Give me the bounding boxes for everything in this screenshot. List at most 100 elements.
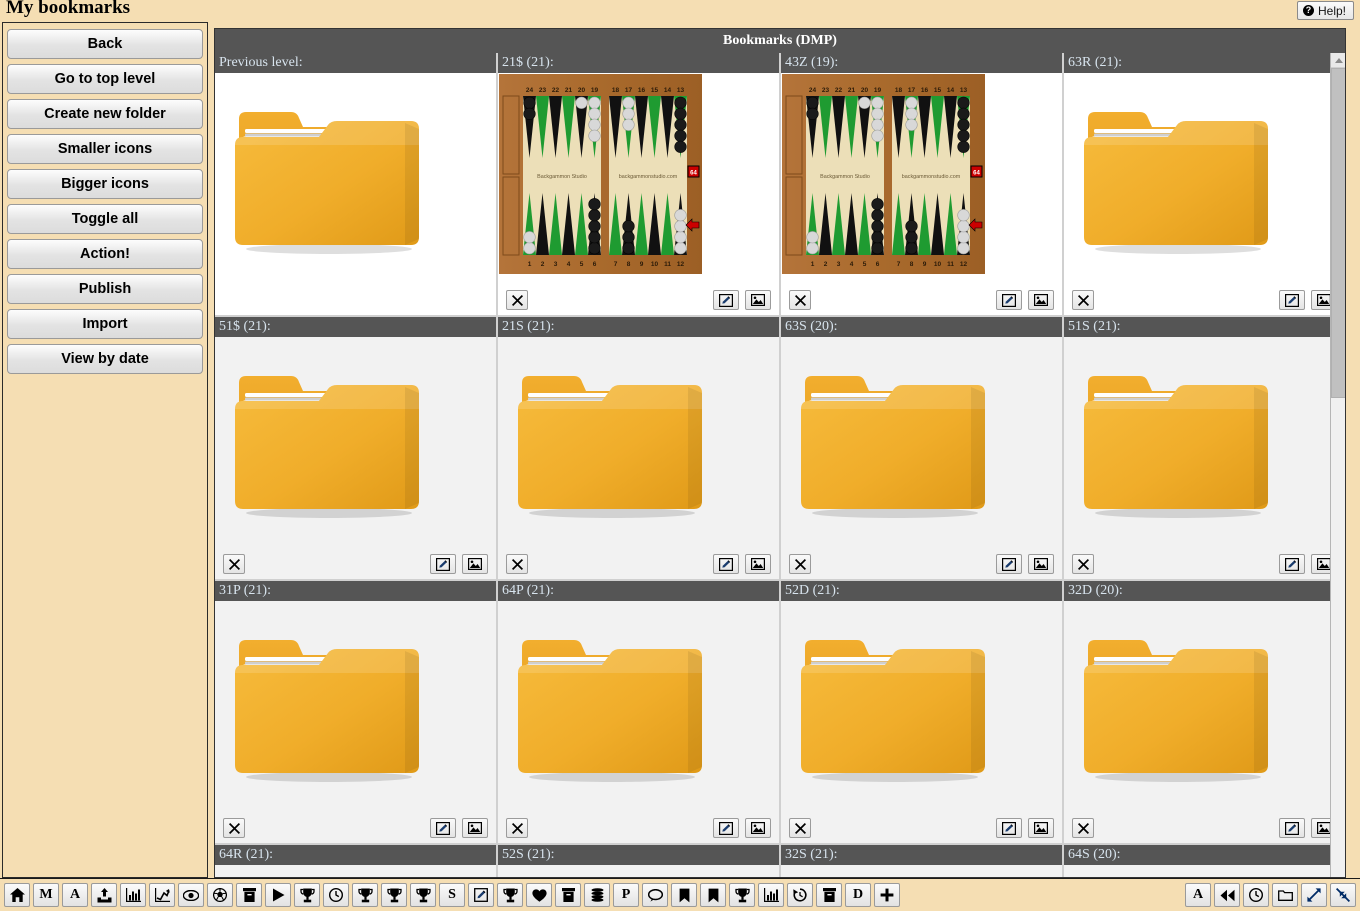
bookmark-tile[interactable]: 64R (21): — [215, 845, 496, 877]
picture-icon[interactable] — [745, 554, 771, 574]
upload-icon[interactable] — [91, 883, 117, 907]
smaller-icons-button[interactable]: Smaller icons — [7, 134, 203, 164]
trophy-icon[interactable] — [410, 883, 436, 907]
go-to-top-level-button[interactable]: Go to top level — [7, 64, 203, 94]
picture-icon[interactable] — [745, 290, 771, 310]
trophy-icon[interactable] — [294, 883, 320, 907]
edit-pencil-icon[interactable] — [430, 554, 456, 574]
picture-icon[interactable] — [1028, 290, 1054, 310]
bookmark-tile[interactable]: 64P (21): — [498, 581, 779, 843]
toggle-all-button[interactable]: Toggle all — [7, 204, 203, 234]
edit-pencil-icon[interactable] — [713, 290, 739, 310]
folder-icon[interactable] — [229, 363, 429, 523]
line-chart-icon[interactable] — [149, 883, 175, 907]
bookmark-tile[interactable]: 31P (21): — [215, 581, 496, 843]
backgammon-board-thumbnail[interactable]: 24 23 22 21 20 19 18 17 16 15 14 13 1 2 3 4 5 6 7 8 9 10 11 12 B… — [782, 74, 985, 274]
help-button[interactable]: ? Help! — [1296, 1, 1354, 20]
close-x-icon[interactable] — [1072, 554, 1094, 574]
bigger-icons-button[interactable]: Bigger icons — [7, 169, 203, 199]
picture-icon[interactable] — [745, 818, 771, 838]
edit-pencil-icon[interactable] — [996, 554, 1022, 574]
create-new-folder-button[interactable]: Create new folder — [7, 99, 203, 129]
edit-pencil-icon[interactable] — [1279, 290, 1305, 310]
bar-chart-icon[interactable] — [758, 883, 784, 907]
bookmark-tile[interactable]: 21S (21): — [498, 317, 779, 579]
close-x-icon[interactable] — [789, 290, 811, 310]
trophy-icon[interactable] — [381, 883, 407, 907]
bar-chart-icon[interactable] — [120, 883, 146, 907]
edit-pencil-icon[interactable] — [713, 554, 739, 574]
folder-icon[interactable] — [229, 99, 429, 259]
edit-pencil-icon[interactable] — [996, 290, 1022, 310]
s-letter-icon[interactable]: S — [439, 883, 465, 907]
comment-icon[interactable] — [642, 883, 668, 907]
eye-icon[interactable] — [178, 883, 204, 907]
bookmark-tile[interactable]: 21$ (21): 24 23 22 21 20 19 18 17 16 15 14 13 1 2 3 4 5 6 7… — [498, 53, 779, 315]
edit-pencil-icon[interactable] — [430, 818, 456, 838]
picture-icon[interactable] — [462, 554, 488, 574]
publish-button[interactable]: Publish — [7, 274, 203, 304]
bookmark-tile[interactable]: 32D (20): — [1064, 581, 1345, 843]
bookmark-tile[interactable]: 43Z (19): 24 23 22 21 20 19 18 17 16 15 14 13 1 2 3 4 5 6 7… — [781, 53, 1062, 315]
soccer-ball-icon[interactable] — [207, 883, 233, 907]
bookmark-tile[interactable]: 51S (21): — [1064, 317, 1345, 579]
m-letter-icon[interactable]: M — [33, 883, 59, 907]
bookmark-tile[interactable]: 51$ (21): — [215, 317, 496, 579]
bookmark-tile[interactable]: 63R (21): — [1064, 53, 1345, 315]
close-x-icon[interactable] — [1072, 290, 1094, 310]
edit-pencil-icon[interactable] — [1279, 554, 1305, 574]
a-letter-icon[interactable]: A — [62, 883, 88, 907]
close-x-icon[interactable] — [1072, 818, 1094, 838]
rewind-icon[interactable] — [1214, 883, 1240, 907]
archive-icon[interactable] — [236, 883, 262, 907]
edit-pencil-icon[interactable] — [996, 818, 1022, 838]
a-letter-icon[interactable]: A — [1185, 883, 1211, 907]
p-letter-icon[interactable]: P — [613, 883, 639, 907]
trophy-icon[interactable] — [497, 883, 523, 907]
bookmark-tile[interactable]: 64S (20): — [1064, 845, 1345, 877]
edit-pencil-icon[interactable] — [1279, 818, 1305, 838]
bookmark-icon[interactable] — [671, 883, 697, 907]
view-by-date-button[interactable]: View by date — [7, 344, 203, 374]
folder-icon[interactable] — [1078, 99, 1278, 259]
clock-icon[interactable] — [1243, 883, 1269, 907]
folder-icon[interactable] — [229, 627, 429, 787]
folder-icon[interactable] — [795, 363, 995, 523]
close-x-icon[interactable] — [789, 818, 811, 838]
vertical-scrollbar[interactable] — [1330, 53, 1345, 877]
database-icon[interactable] — [584, 883, 610, 907]
back-button[interactable]: Back — [7, 29, 203, 59]
picture-icon[interactable] — [462, 818, 488, 838]
expand-icon[interactable] — [1301, 883, 1327, 907]
edit-pencil-icon[interactable] — [468, 883, 494, 907]
bookmark-icon[interactable] — [700, 883, 726, 907]
play-icon[interactable] — [265, 883, 291, 907]
plus-icon[interactable] — [874, 883, 900, 907]
d-letter-icon[interactable]: D — [845, 883, 871, 907]
folder-icon[interactable] — [512, 627, 712, 787]
trophy-icon[interactable] — [729, 883, 755, 907]
scrollbar-thumb[interactable] — [1331, 68, 1345, 398]
folder-icon[interactable] — [1078, 363, 1278, 523]
picture-icon[interactable] — [1028, 554, 1054, 574]
edit-pencil-icon[interactable] — [713, 818, 739, 838]
chevron-up-icon[interactable] — [1331, 53, 1345, 68]
folder-icon[interactable] — [795, 627, 995, 787]
history-icon[interactable] — [787, 883, 813, 907]
bookmark-tile[interactable]: 52D (21): — [781, 581, 1062, 843]
close-x-icon[interactable] — [223, 554, 245, 574]
close-x-icon[interactable] — [223, 818, 245, 838]
bookmark-tile[interactable]: 63S (20): — [781, 317, 1062, 579]
bookmark-tile[interactable]: 52S (21): — [498, 845, 779, 877]
collapse-icon[interactable] — [1330, 883, 1356, 907]
close-x-icon[interactable] — [789, 554, 811, 574]
folder-icon[interactable] — [512, 363, 712, 523]
close-x-icon[interactable] — [506, 818, 528, 838]
close-x-icon[interactable] — [506, 554, 528, 574]
folder-icon[interactable] — [1272, 883, 1298, 907]
trophy-icon[interactable] — [352, 883, 378, 907]
picture-icon[interactable] — [1028, 818, 1054, 838]
backgammon-board-thumbnail[interactable]: 24 23 22 21 20 19 18 17 16 15 14 13 1 2 3 4 5 6 7 8 9 10 11 12 B… — [499, 74, 702, 274]
heart-icon[interactable] — [526, 883, 552, 907]
archive-icon[interactable] — [816, 883, 842, 907]
